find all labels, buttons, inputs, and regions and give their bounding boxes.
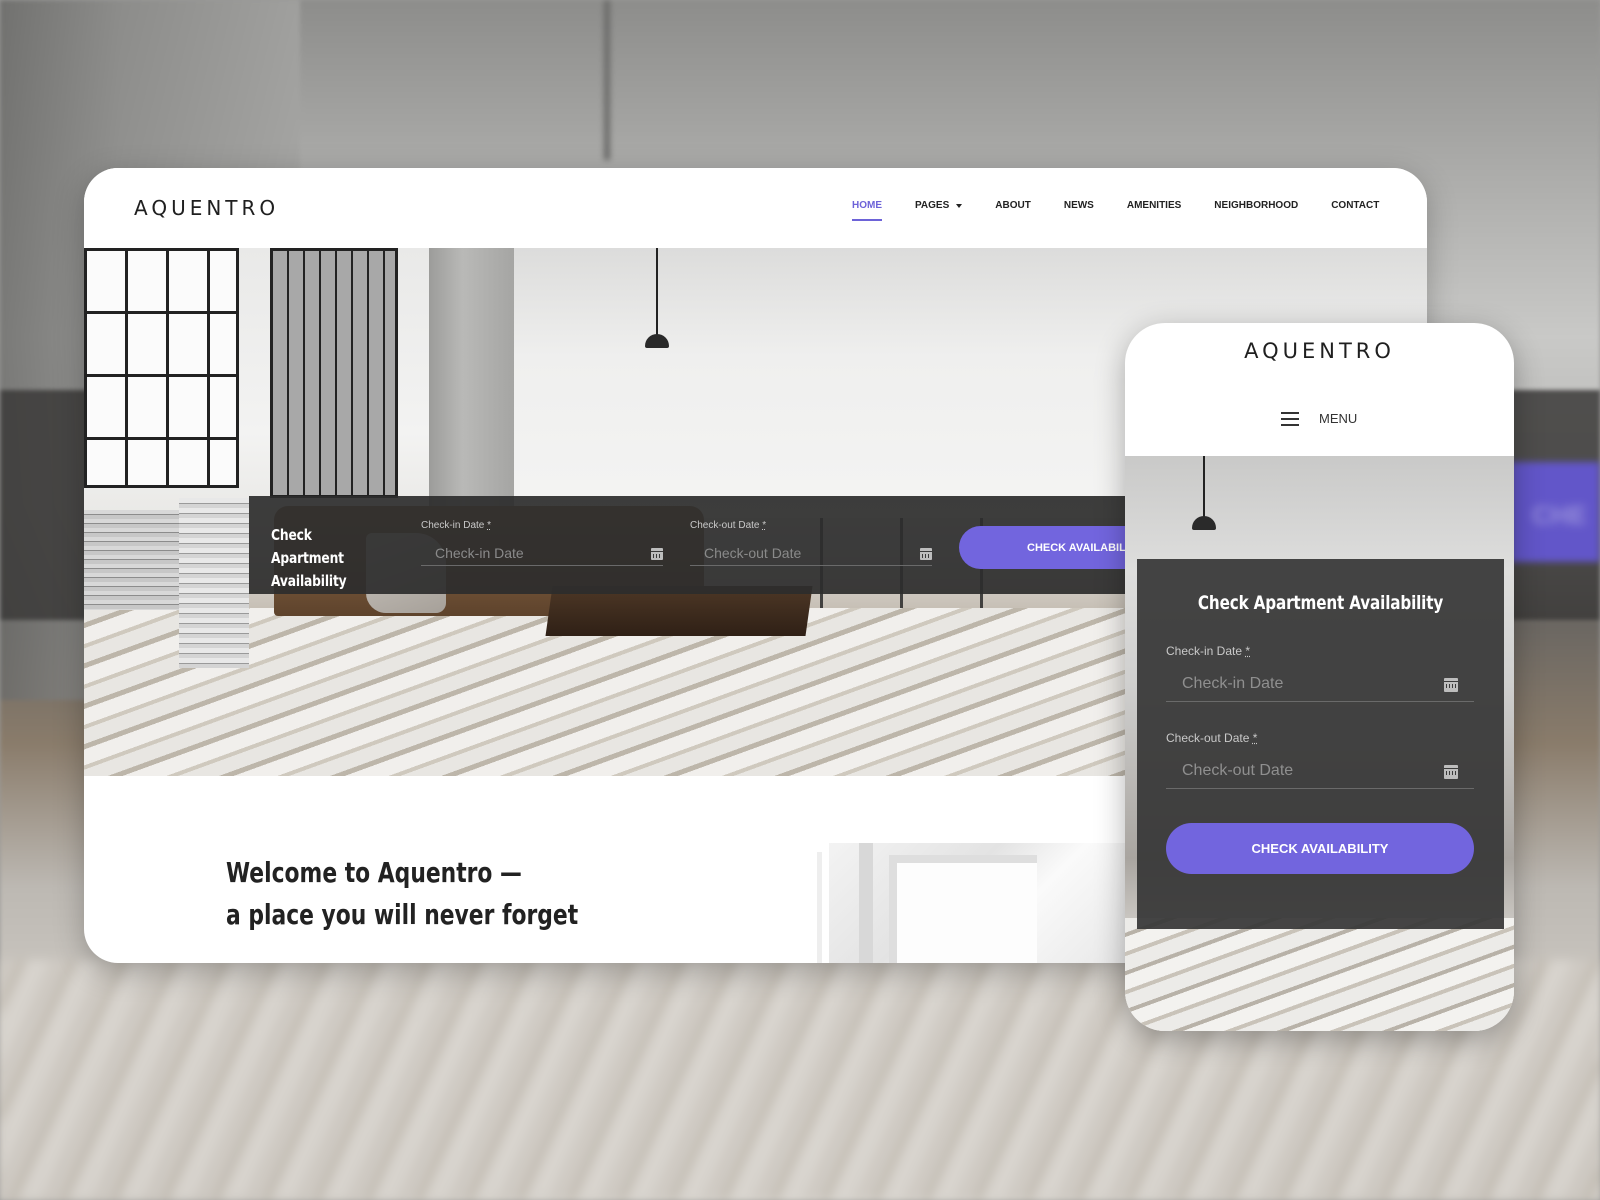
nav-about[interactable]: ABOUT bbox=[995, 200, 1031, 211]
checkout-label-text: Check-out Date bbox=[690, 520, 760, 531]
nav-contact[interactable]: CONTACT bbox=[1331, 200, 1379, 211]
pendant-lamp bbox=[645, 248, 669, 348]
mobile-booking-title: Check Apartment Availability bbox=[1197, 592, 1444, 614]
mobile-checkout-placeholder: Check-out Date bbox=[1182, 762, 1294, 779]
mobile-hero-rug bbox=[1125, 918, 1514, 1031]
welcome-line-1: Welcome to Aquentro — bbox=[226, 856, 522, 889]
mobile-site-logo[interactable]: AQUENTRO bbox=[1125, 339, 1514, 363]
checkin-label: Check-in Date * bbox=[421, 520, 663, 531]
calendar-icon[interactable] bbox=[651, 548, 663, 560]
required-mark: * bbox=[762, 520, 767, 531]
hamburger-icon bbox=[1281, 411, 1299, 426]
nav-news[interactable]: NEWS bbox=[1064, 200, 1094, 211]
nav-about-label: ABOUT bbox=[995, 200, 1031, 211]
nav-pages[interactable]: PAGES bbox=[915, 200, 963, 211]
mobile-checkout-field: Check-out Date * Check-out Date bbox=[1166, 731, 1474, 789]
checkout-input[interactable]: Check-out Date bbox=[690, 536, 932, 566]
nav-contact-label: CONTACT bbox=[1331, 200, 1380, 211]
mobile-checkout-input[interactable]: Check-out Date bbox=[1166, 749, 1474, 789]
welcome-image bbox=[829, 843, 1129, 963]
mobile-checkin-input[interactable]: Check-in Date bbox=[1166, 662, 1474, 702]
booking-title: Check Apartment Availability bbox=[271, 526, 347, 590]
nav-neighborhood-label: NEIGHBORHOOD bbox=[1214, 200, 1299, 211]
hero-books bbox=[179, 498, 249, 668]
background-blurred-button: CHE bbox=[1510, 462, 1600, 562]
nav-amenities[interactable]: AMENITIES bbox=[1127, 200, 1181, 211]
calendar-icon[interactable] bbox=[1444, 678, 1458, 692]
nav-news-label: NEWS bbox=[1063, 200, 1094, 211]
mobile-checkout-label: Check-out Date * bbox=[1166, 731, 1474, 745]
pendant-lamp bbox=[1192, 456, 1216, 530]
checkin-field: Check-in Date * Check-in Date bbox=[421, 520, 663, 566]
mobile-hero-image: Check Apartment Availability Check-in Da… bbox=[1125, 456, 1514, 1031]
background-blurred-button-text: CHE bbox=[1532, 500, 1587, 530]
mobile-menu-toggle[interactable]: MENU bbox=[1281, 411, 1357, 426]
calendar-icon[interactable] bbox=[1444, 765, 1458, 779]
background-lamp bbox=[604, 0, 610, 160]
main-nav: HOME PAGES ABOUT NEWS AMENITIES NEIGHBOR… bbox=[852, 200, 1412, 221]
menu-label: MENU bbox=[1319, 411, 1358, 426]
caret-down-icon bbox=[956, 203, 963, 208]
nav-pages-label: PAGES bbox=[915, 200, 950, 211]
checkout-field: Check-out Date * Check-out Date bbox=[690, 520, 932, 566]
desktop-header: AQUENTRO HOME PAGES ABOUT NEWS AMENITIES… bbox=[84, 168, 1427, 248]
required-mark: * bbox=[487, 520, 492, 531]
required-mark: * bbox=[1252, 731, 1258, 745]
mobile-mockup: AQUENTRO MENU Check Apartment Availabili… bbox=[1125, 323, 1514, 1031]
mobile-checkin-placeholder: Check-in Date bbox=[1182, 675, 1284, 692]
hero-window bbox=[84, 248, 239, 488]
welcome-line-2: a place you will never forget bbox=[226, 898, 579, 931]
checkout-placeholder: Check-out Date bbox=[704, 545, 802, 561]
mobile-checkout-label-text: Check-out Date bbox=[1166, 731, 1250, 745]
welcome-image-edge bbox=[817, 852, 822, 963]
mobile-checkin-label-text: Check-in Date bbox=[1166, 644, 1243, 658]
calendar-icon[interactable] bbox=[920, 548, 932, 560]
checkin-placeholder: Check-in Date bbox=[435, 545, 524, 561]
nav-home[interactable]: HOME bbox=[852, 200, 882, 221]
site-logo[interactable]: AQUENTRO bbox=[134, 196, 279, 220]
checkout-label: Check-out Date * bbox=[690, 520, 932, 531]
required-mark: * bbox=[1245, 644, 1251, 658]
nav-neighborhood[interactable]: NEIGHBORHOOD bbox=[1214, 200, 1298, 211]
checkin-label-text: Check-in Date bbox=[421, 520, 485, 531]
hero-books bbox=[84, 510, 179, 610]
checkin-input[interactable]: Check-in Date bbox=[421, 536, 663, 566]
mobile-check-availability-button[interactable]: CHECK AVAILABILITY bbox=[1166, 823, 1474, 874]
nav-home-label: HOME bbox=[852, 200, 882, 211]
booking-form: Check Apartment Availability Check-in Da… bbox=[249, 496, 1289, 594]
welcome-heading: Welcome to Aquentro — a place you will n… bbox=[226, 852, 578, 936]
nav-amenities-label: AMENITIES bbox=[1126, 200, 1182, 211]
hero-window bbox=[270, 248, 398, 498]
mobile-checkin-field: Check-in Date * Check-in Date bbox=[1166, 644, 1474, 702]
mobile-booking-form: Check Apartment Availability Check-in Da… bbox=[1137, 559, 1504, 929]
mobile-checkin-label: Check-in Date * bbox=[1166, 644, 1474, 658]
